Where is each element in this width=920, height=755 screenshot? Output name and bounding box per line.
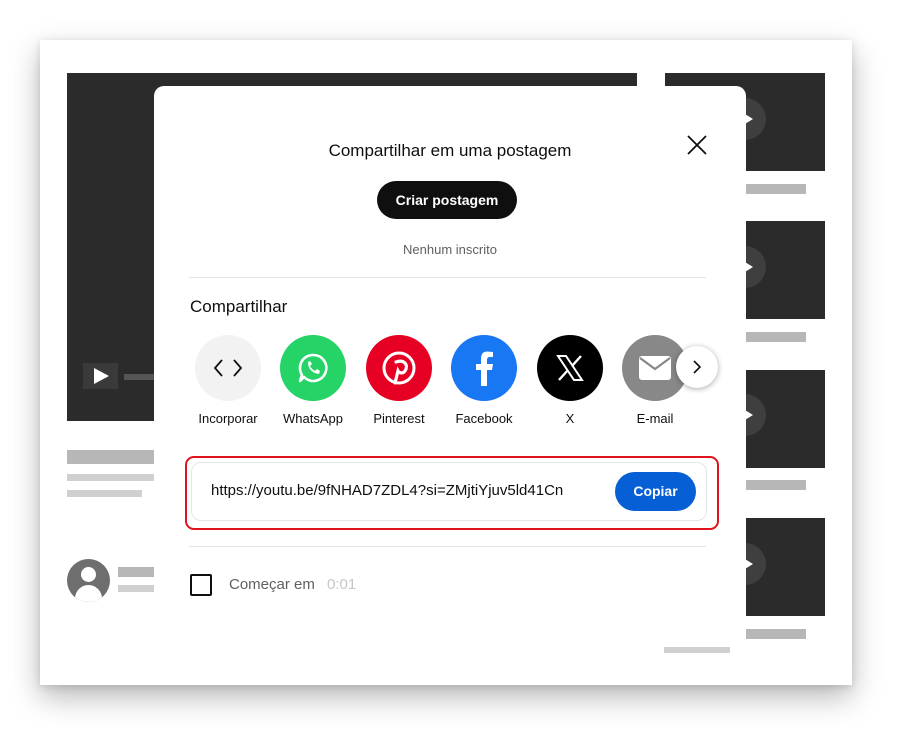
pinterest-icon bbox=[366, 335, 432, 401]
share-url-field[interactable]: https://youtu.be/9fNHAD7ZDL4?si=ZMjtiYju… bbox=[191, 462, 707, 521]
share-target-label: WhatsApp bbox=[283, 411, 343, 426]
share-target-whatsapp[interactable]: WhatsApp bbox=[273, 335, 353, 426]
share-target-label: X bbox=[565, 411, 575, 426]
related-meta-placeholder-5 bbox=[664, 647, 730, 653]
share-target-label: Facebook bbox=[455, 411, 513, 426]
share-target-x[interactable]: X bbox=[530, 335, 610, 426]
video-title-placeholder bbox=[67, 450, 157, 464]
subscriber-count: Nenhum inscrito bbox=[403, 242, 497, 257]
share-dialog: Compartilhar em uma postagem Criar posta… bbox=[154, 86, 746, 646]
share-target-embed[interactable]: Incorporar bbox=[188, 335, 268, 426]
start-at-label: Começar em bbox=[229, 576, 315, 593]
share-target-facebook[interactable]: Facebook bbox=[444, 335, 524, 426]
share-target-label: Incorporar bbox=[198, 411, 258, 426]
close-icon[interactable] bbox=[684, 132, 710, 158]
copy-button[interactable]: Copiar bbox=[615, 472, 696, 511]
player-play-button bbox=[83, 363, 118, 389]
whatsapp-icon bbox=[280, 335, 346, 401]
divider bbox=[189, 277, 706, 278]
share-target-pinterest[interactable]: Pinterest bbox=[359, 335, 439, 426]
channel-avatar bbox=[67, 559, 110, 602]
video-meta-placeholder-2 bbox=[67, 490, 142, 497]
channel-name-placeholder bbox=[118, 567, 158, 577]
divider bbox=[189, 546, 706, 547]
facebook-icon bbox=[451, 335, 517, 401]
chevron-right-icon[interactable] bbox=[676, 346, 718, 388]
embed-icon bbox=[195, 335, 261, 401]
x-icon bbox=[537, 335, 603, 401]
start-at-checkbox[interactable] bbox=[190, 574, 212, 596]
post-title: Compartilhar em uma postagem bbox=[328, 141, 572, 160]
share-target-label: E-mail bbox=[636, 411, 674, 426]
start-at-time[interactable]: 0:01 bbox=[327, 576, 356, 593]
share-heading: Compartilhar bbox=[190, 297, 288, 316]
share-url-text[interactable]: https://youtu.be/9fNHAD7ZDL4?si=ZMjtiYju… bbox=[211, 482, 563, 499]
share-target-label: Pinterest bbox=[373, 411, 425, 426]
video-meta-placeholder bbox=[67, 474, 157, 481]
create-post-button[interactable]: Criar postagem bbox=[377, 181, 517, 219]
channel-subs-placeholder bbox=[118, 585, 158, 592]
